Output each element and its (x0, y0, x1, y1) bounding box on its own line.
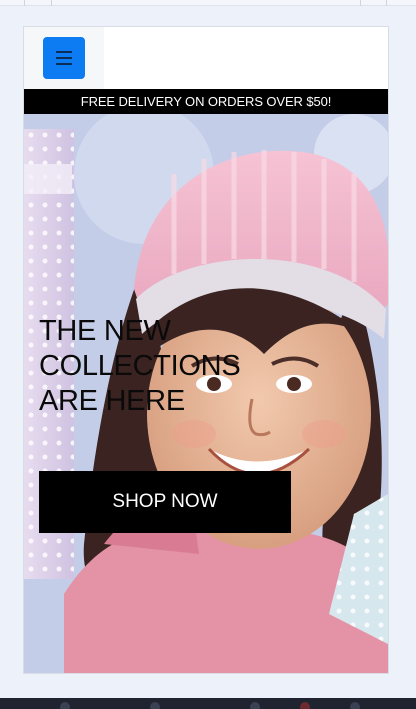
promo-banner: FREE DELIVERY ON ORDERS OVER $50! (24, 89, 388, 114)
mobile-viewport: FREE DELIVERY ON ORDERS OVER $50! THE NE… (23, 26, 389, 674)
taskbar (0, 698, 416, 709)
hero-title-line: COLLECTIONS (39, 350, 241, 382)
hero-banner: THE NEW COLLECTIONS ARE HERE SHOP NOW (24, 114, 388, 673)
shop-now-button[interactable]: SHOP NOW (39, 471, 291, 533)
menu-button[interactable] (43, 37, 85, 79)
site-header (24, 27, 388, 89)
hero-title-line: THE NEW (39, 315, 171, 347)
hero-title-line: ARE HERE (39, 385, 185, 417)
hero-title: THE NEW COLLECTIONS ARE HERE (39, 314, 299, 419)
browser-top-strip (0, 0, 416, 6)
